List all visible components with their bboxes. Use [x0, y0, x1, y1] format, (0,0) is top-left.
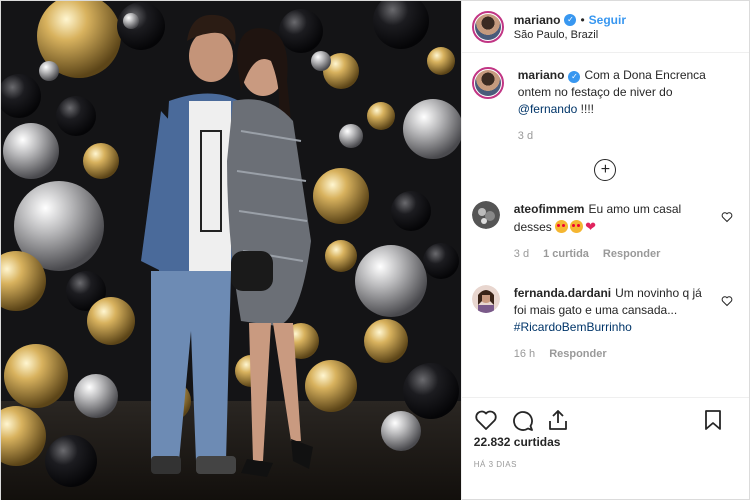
verified-badge-icon: ✓	[568, 70, 581, 83]
red-heart-icon: ❤	[585, 219, 597, 234]
caption-row: mariano ✓ Com a Dona Encrenca ontem no fes…	[471, 67, 739, 145]
commenter-avatar[interactable]	[471, 201, 500, 229]
header-text: mariano ✓ • Seguir São Paulo, Brazil	[514, 13, 626, 41]
comment-row: ateofimmem Eu amo um casal desses ❤ 3 d 1…	[471, 201, 739, 263]
load-more-comments: +	[472, 159, 739, 181]
party-photo-image	[1, 1, 461, 500]
caption-mention-link[interactable]: @fernando	[518, 102, 578, 116]
post-location[interactable]: São Paulo, Brazil	[514, 29, 626, 41]
author-avatar[interactable]	[471, 10, 504, 43]
share-icon[interactable]	[546, 408, 570, 432]
verified-badge-icon: ✓	[564, 13, 577, 26]
post-sidebar: mariano ✓ • Seguir São Paulo, Brazil mar…	[460, 1, 749, 500]
caption-time[interactable]: 3 d	[518, 128, 533, 145]
smiling-heart-eyes-icon	[570, 220, 584, 233]
commenter-avatar[interactable]	[471, 285, 500, 313]
comment-time[interactable]: 16 h	[514, 346, 535, 363]
comment-meta: 3 d 1 curtida Responder	[514, 246, 714, 263]
separator-dot: •	[580, 12, 585, 27]
post-header: mariano ✓ • Seguir São Paulo, Brazil	[461, 1, 749, 53]
smiling-heart-eyes-icon	[555, 220, 569, 233]
author-username[interactable]: mariano	[514, 13, 561, 27]
comment-body: ateofimmem Eu amo um casal desses ❤ 3 d 1…	[514, 201, 714, 263]
caption-avatar[interactable]	[471, 67, 504, 99]
avatar-image	[474, 13, 501, 40]
caption-username[interactable]: mariano	[518, 68, 565, 82]
follow-button[interactable]: Seguir	[589, 13, 626, 27]
header-top-row: mariano ✓ • Seguir	[514, 13, 626, 27]
heart-icon[interactable]	[474, 408, 498, 432]
comment-username[interactable]: fernanda.dardani	[514, 286, 611, 300]
avatar-image	[471, 285, 500, 313]
like-comment-heart-icon[interactable]	[721, 295, 733, 307]
post-photo[interactable]	[1, 1, 461, 500]
comment-row: fernanda.dardani Um novinho q já foi mais…	[471, 285, 739, 363]
reply-button[interactable]: Responder	[549, 346, 606, 363]
like-comment-heart-icon[interactable]	[721, 211, 733, 223]
comment-meta: 16 h Responder	[514, 346, 714, 363]
comment-username[interactable]: ateofimmem	[514, 202, 585, 216]
comment-time[interactable]: 3 d	[514, 246, 529, 263]
caption-body: mariano ✓ Com a Dona Encrenca ontem no fes…	[518, 67, 718, 145]
caption-meta: 3 d	[518, 128, 718, 145]
comment-hashtag-link[interactable]: #RicardoBemBurrinho	[514, 320, 632, 334]
comment-likes-count[interactable]: 1 curtida	[543, 246, 589, 263]
comment-body: fernanda.dardani Um novinho q já foi mais…	[514, 285, 714, 363]
likes-count[interactable]: 22.832 curtidas	[474, 435, 561, 449]
plus-circle-icon[interactable]: +	[594, 159, 617, 181]
reply-button[interactable]: Responder	[603, 246, 660, 263]
posted-time[interactable]: HÁ 3 DIAS	[474, 460, 517, 469]
instagram-post: mariano ✓ • Seguir São Paulo, Brazil mar…	[0, 0, 750, 500]
comment-icon[interactable]	[510, 408, 534, 432]
bookmark-icon[interactable]	[701, 408, 725, 432]
avatar-image	[474, 70, 501, 96]
avatar-image	[471, 201, 500, 229]
caption-suffix: !!!!	[577, 102, 594, 116]
